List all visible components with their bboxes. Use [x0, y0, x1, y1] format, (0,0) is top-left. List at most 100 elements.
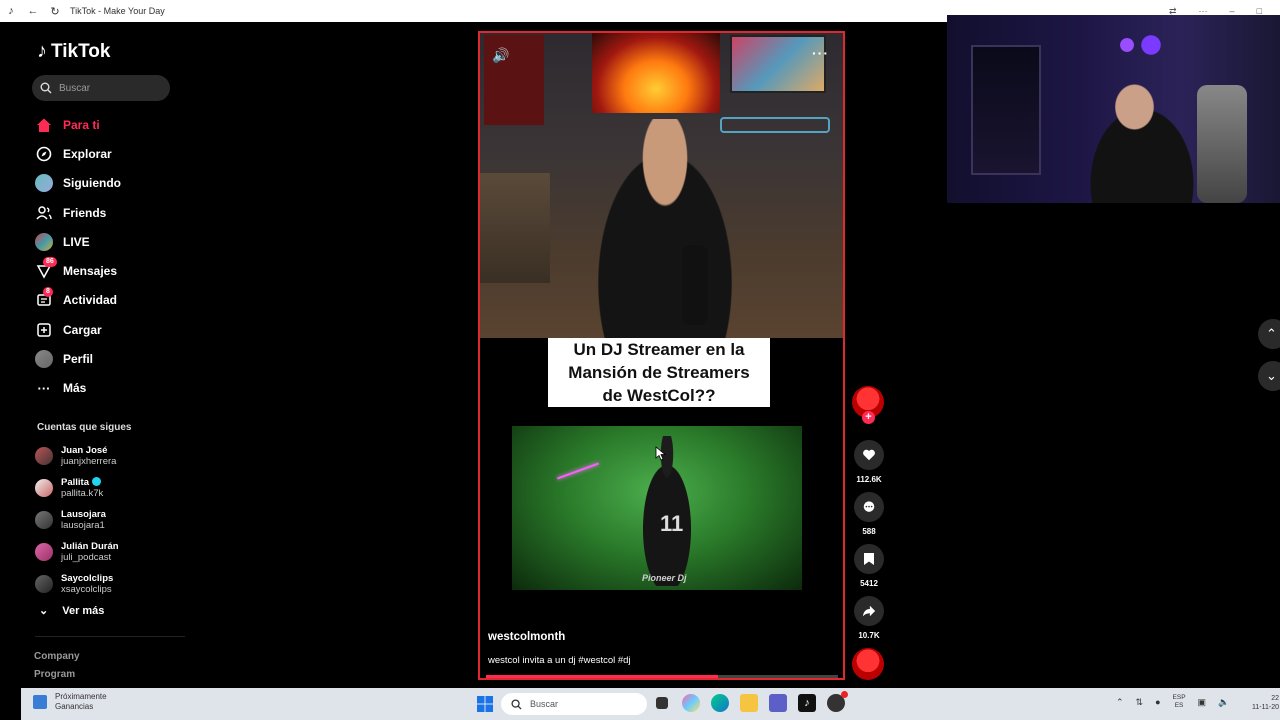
- account-handle: juanjxherrera: [61, 456, 117, 467]
- creator-avatar[interactable]: +: [852, 386, 884, 424]
- tray-chevron-up-icon[interactable]: ⌃: [1116, 697, 1124, 708]
- viewer-figure: [1067, 75, 1217, 203]
- video-description: westcol invita a un dj #westcol #dj: [488, 655, 631, 666]
- reload-icon[interactable]: ↻: [44, 5, 66, 18]
- save-count: 5412: [860, 579, 878, 588]
- taskbar-search-placeholder: Buscar: [530, 699, 559, 709]
- video-more-icon[interactable]: ···: [812, 45, 829, 61]
- tiktok-app-icon: ♪: [8, 5, 14, 17]
- following-account[interactable]: Julián Durán juli_podcast: [35, 536, 185, 568]
- weather-widget[interactable]: Próximamente Ganancias: [33, 692, 107, 712]
- nav-item-mensajes[interactable]: 86 Mensajes: [35, 256, 185, 285]
- nav-item-mas[interactable]: ··· Más: [35, 374, 185, 403]
- widget-line: Próximamente: [55, 692, 107, 701]
- microphone: [682, 245, 708, 325]
- taskbar: Próximamente Ganancias Buscar ♪ ⌃ ⇅ ● ES…: [21, 688, 1280, 720]
- share-button[interactable]: 10.7K: [853, 596, 885, 640]
- volume-icon[interactable]: 🔊: [492, 47, 509, 64]
- friends-icon: [35, 204, 53, 222]
- nav-item-perfil[interactable]: Perfil: [35, 344, 185, 373]
- start-icon[interactable]: [477, 696, 493, 717]
- edge-icon[interactable]: [711, 694, 729, 712]
- network-icon[interactable]: ▣: [1198, 697, 1207, 708]
- clock[interactable]: 22 11-11-20: [1247, 694, 1279, 712]
- profile-avatar-icon: [35, 350, 53, 369]
- account-name: Juan José: [61, 445, 108, 456]
- copilot-icon[interactable]: [682, 694, 700, 712]
- task-view-icon[interactable]: [656, 697, 668, 709]
- teams-icon[interactable]: [769, 694, 787, 712]
- language-indicator[interactable]: ESP ES: [1173, 694, 1186, 710]
- caption-line: Mansión de Streamers: [568, 363, 750, 382]
- tiktok-note-icon: ♪: [37, 40, 47, 62]
- following-account[interactable]: Saycolclips xsaycolclips: [35, 568, 185, 600]
- following-account[interactable]: Pallita pallita.k7k: [35, 472, 185, 504]
- nav-item-actividad[interactable]: 8 Actividad: [35, 286, 185, 315]
- comment-button[interactable]: 588: [853, 492, 885, 536]
- nav-item-explorar[interactable]: Explorar: [35, 139, 185, 168]
- footer-links: Company Program: [34, 648, 80, 684]
- nav-item-cargar[interactable]: Cargar: [35, 315, 185, 344]
- footer-link-program[interactable]: Program: [34, 666, 80, 684]
- like-count: 112.6K: [856, 475, 882, 484]
- nav-item-siguiendo[interactable]: Siguiendo: [35, 169, 185, 198]
- app-icon[interactable]: [827, 691, 848, 712]
- save-button[interactable]: 5412: [853, 544, 885, 588]
- widget-icon: [33, 695, 47, 709]
- following-title: Cuentas que sigues: [37, 422, 132, 433]
- account-avatar: [35, 447, 53, 465]
- nav-item-para-ti[interactable]: Para ti: [35, 110, 185, 139]
- verified-badge-icon: [91, 477, 101, 486]
- nav-label: Cargar: [63, 322, 102, 337]
- back-icon[interactable]: ←: [22, 5, 44, 17]
- taskbar-search[interactable]: Buscar: [501, 693, 647, 715]
- activity-badge: 8: [43, 286, 53, 297]
- following-account[interactable]: Lausojara lausojara1: [35, 504, 185, 536]
- account-avatar: [35, 479, 53, 497]
- nav-label: Friends: [63, 205, 107, 220]
- upload-icon: [35, 321, 53, 339]
- search-box[interactable]: [32, 75, 170, 101]
- follow-plus-icon[interactable]: +: [862, 411, 875, 424]
- nav-item-live[interactable]: LIVE: [35, 227, 185, 256]
- live-icon: [35, 232, 53, 251]
- see-more-button[interactable]: ⌄ Ver más: [39, 604, 104, 618]
- progress-bar[interactable]: [486, 675, 838, 678]
- more-icon: ···: [37, 380, 51, 396]
- comment-icon: [854, 492, 884, 522]
- speaker-icon[interactable]: 🔈: [1218, 697, 1229, 708]
- sync-icon[interactable]: ⇅: [1136, 697, 1144, 708]
- sound-avatar[interactable]: [852, 648, 884, 680]
- like-button[interactable]: 112.6K: [853, 440, 885, 484]
- previous-video-button[interactable]: ⌃: [1258, 319, 1280, 349]
- account-name: Saycolclips: [61, 573, 114, 584]
- nav-label: Mensajes: [63, 264, 118, 279]
- share-count: 10.7K: [858, 631, 880, 640]
- account-name: Julián Durán: [61, 541, 119, 552]
- tiktok-logo[interactable]: ♪ TikTok: [37, 40, 110, 63]
- lang-code: ESP: [1172, 694, 1186, 701]
- nav-item-friends[interactable]: Friends: [35, 198, 185, 227]
- progress-fill: [486, 675, 719, 678]
- laser-light: [556, 462, 600, 480]
- microphone-icon[interactable]: ●: [1155, 697, 1160, 707]
- file-explorer-icon[interactable]: [740, 694, 758, 712]
- nav-label: Explorar: [63, 146, 112, 161]
- wall-poster: [730, 35, 826, 93]
- search-input[interactable]: [59, 82, 159, 94]
- account-avatar: [35, 543, 53, 561]
- footer-link-company[interactable]: Company: [34, 648, 80, 666]
- tiktok-taskbar-icon[interactable]: ♪: [798, 694, 816, 712]
- next-video-button[interactable]: ⌄: [1258, 361, 1280, 391]
- ceiling-lights: [1087, 25, 1167, 65]
- video-username[interactable]: westcolmonth: [488, 631, 565, 643]
- following-account[interactable]: Juan José juanjxherrera: [35, 440, 185, 472]
- message-badge: 86: [43, 257, 57, 268]
- webcam-overlay: [947, 15, 1280, 203]
- video-player[interactable]: 🔊 ··· Un DJ Streamer en la Mansión de St…: [478, 31, 845, 680]
- following-avatar-icon: [35, 174, 53, 193]
- account-avatar: [35, 575, 53, 593]
- window-title: TikTok - Make Your Day: [70, 6, 165, 16]
- heart-icon: [854, 440, 884, 470]
- widget-line: Ganancias: [55, 702, 94, 711]
